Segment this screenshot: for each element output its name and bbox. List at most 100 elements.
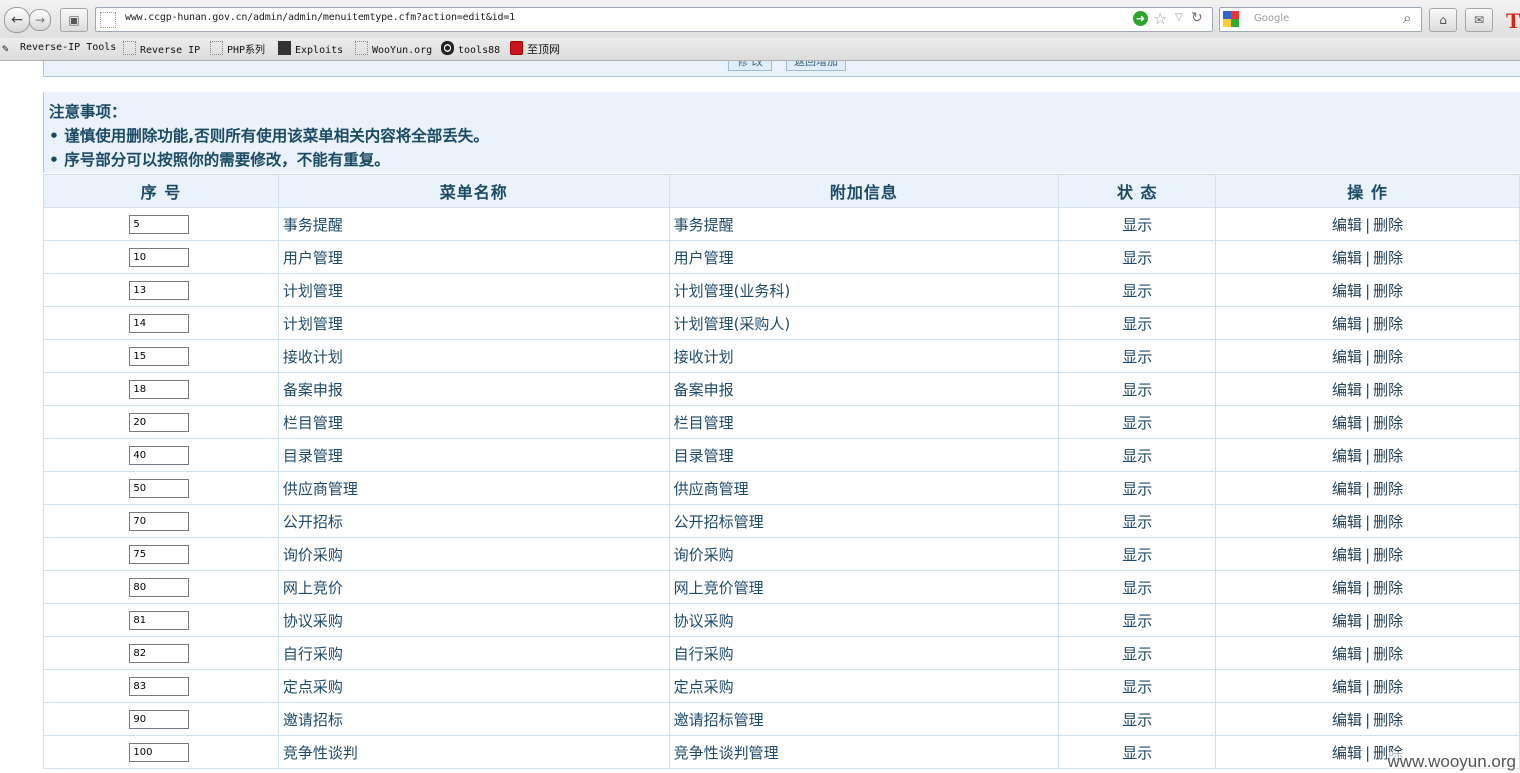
- bookmark-tools88[interactable]: tools88: [441, 41, 500, 58]
- table-row: 供应商管理供应商管理显示编辑|删除: [43, 471, 1520, 505]
- action-separator: |: [1365, 644, 1371, 663]
- edit-link[interactable]: 编辑: [1332, 579, 1362, 597]
- url-text[interactable]: www.ccgp-hunan.gov.cn/admin/admin/menuit…: [125, 12, 515, 23]
- edit-link[interactable]: 编辑: [1332, 612, 1362, 630]
- go-arrow-icon[interactable]: ➜: [1133, 11, 1148, 26]
- mail-icon[interactable]: ✉: [1465, 8, 1493, 32]
- header-state: 状 态: [1058, 174, 1217, 208]
- seq-input[interactable]: [129, 214, 190, 234]
- edit-link[interactable]: 编辑: [1332, 513, 1362, 531]
- delete-link[interactable]: 删除: [1373, 579, 1403, 597]
- menu-name-cell: 供应商管理: [277, 471, 670, 505]
- seq-input[interactable]: [129, 445, 190, 465]
- delete-link[interactable]: 删除: [1373, 348, 1403, 366]
- modify-button[interactable]: 修 改: [728, 61, 772, 71]
- seq-input[interactable]: [129, 676, 190, 696]
- bookmark-reverse-ip[interactable]: Reverse IP: [123, 41, 200, 58]
- seq-input[interactable]: [129, 313, 190, 333]
- delete-link[interactable]: 删除: [1373, 711, 1403, 729]
- delete-link[interactable]: 删除: [1373, 216, 1403, 234]
- note-item: • 序号部分可以按照你的需要修改，不能有重复。: [49, 151, 390, 169]
- table-row: 计划管理计划管理(业务科)显示编辑|删除: [43, 273, 1520, 307]
- table-row: 事务提醒事务提醒显示编辑|删除: [43, 207, 1520, 241]
- seq-input[interactable]: [129, 577, 190, 597]
- menu-name-cell: 计划管理: [277, 306, 670, 340]
- state-cell: 显示: [1058, 339, 1217, 373]
- reload-icon[interactable]: ↻: [1191, 10, 1203, 26]
- edit-link[interactable]: 编辑: [1332, 645, 1362, 663]
- delete-link[interactable]: 删除: [1373, 513, 1403, 531]
- extra-info-cell: 协议采购: [668, 603, 1060, 637]
- seq-input[interactable]: [129, 247, 190, 267]
- delete-link[interactable]: 删除: [1373, 414, 1403, 432]
- delete-link[interactable]: 删除: [1373, 249, 1403, 267]
- site-identity-icon[interactable]: [100, 12, 116, 28]
- seq-input[interactable]: [129, 709, 190, 729]
- edit-link[interactable]: 编辑: [1332, 744, 1362, 762]
- edit-link[interactable]: 编辑: [1332, 546, 1362, 564]
- menu-type-table: 序 号 菜单名称 附加信息 状 态 操 作 事务提醒事务提醒显示编辑|删除用户管…: [43, 174, 1520, 769]
- actions-cell: 编辑|删除: [1215, 504, 1520, 538]
- edit-link[interactable]: 编辑: [1332, 711, 1362, 729]
- forward-arrow-icon[interactable]: →: [29, 9, 51, 31]
- bookmark-label: tools88: [458, 45, 501, 56]
- extra-info-cell: 接收计划: [668, 339, 1060, 373]
- search-bar[interactable]: Google ⌕: [1219, 7, 1422, 32]
- edit-link[interactable]: 编辑: [1332, 678, 1362, 696]
- bookmark-label: WooYun.org: [372, 45, 433, 56]
- bookmark-php[interactable]: PHP系列: [210, 41, 265, 58]
- seq-input[interactable]: [129, 511, 190, 531]
- seq-input[interactable]: [129, 742, 190, 762]
- edit-link[interactable]: 编辑: [1332, 282, 1362, 300]
- back-add-button[interactable]: 返回增加: [786, 61, 846, 71]
- state-cell: 显示: [1058, 570, 1217, 604]
- addon-t-icon[interactable]: T: [1506, 8, 1520, 34]
- edit-link[interactable]: 编辑: [1332, 216, 1362, 234]
- edit-link[interactable]: 编辑: [1332, 315, 1362, 333]
- seq-input[interactable]: [129, 379, 190, 399]
- seq-input[interactable]: [129, 544, 190, 564]
- bookmark-exploits[interactable]: Exploits: [278, 41, 343, 58]
- seq-input[interactable]: [129, 346, 190, 366]
- delete-link[interactable]: 删除: [1373, 480, 1403, 498]
- seq-input[interactable]: [129, 280, 190, 300]
- delete-link[interactable]: 删除: [1373, 315, 1403, 333]
- search-placeholder[interactable]: Google: [1254, 13, 1289, 24]
- edit-link[interactable]: 编辑: [1332, 249, 1362, 267]
- delete-link[interactable]: 删除: [1373, 282, 1403, 300]
- edit-link[interactable]: 编辑: [1332, 480, 1362, 498]
- menu-name-cell: 备案申报: [277, 372, 670, 406]
- google-engine-icon[interactable]: [1223, 11, 1239, 27]
- back-arrow-icon[interactable]: ←: [4, 7, 30, 33]
- delete-link[interactable]: 删除: [1373, 546, 1403, 564]
- bookmark-label: Reverse-IP Tools: [20, 42, 117, 53]
- edit-link[interactable]: 编辑: [1332, 447, 1362, 465]
- watermark: www.wooyun.org: [1387, 752, 1516, 772]
- edit-link[interactable]: 编辑: [1332, 414, 1362, 432]
- tool-icon: ✎: [2, 42, 9, 55]
- delete-link[interactable]: 删除: [1373, 381, 1403, 399]
- edit-link[interactable]: 编辑: [1332, 381, 1362, 399]
- delete-link[interactable]: 删除: [1373, 612, 1403, 630]
- state-cell: 显示: [1058, 273, 1217, 307]
- seq-input[interactable]: [129, 412, 190, 432]
- state-cell: 显示: [1058, 603, 1217, 637]
- bookmark-reverse-ip-tools[interactable]: ✎ Reverse-IP Tools: [2, 41, 116, 55]
- home-icon[interactable]: ⌂: [1429, 8, 1457, 32]
- history-dropdown-icon[interactable]: ▽: [1175, 12, 1183, 23]
- bookmark-star-icon[interactable]: ☆: [1153, 9, 1167, 28]
- address-bar[interactable]: www.ccgp-hunan.gov.cn/admin/admin/menuit…: [95, 7, 1213, 32]
- seq-input[interactable]: [129, 610, 190, 630]
- delete-link[interactable]: 删除: [1373, 678, 1403, 696]
- seq-input[interactable]: [129, 643, 190, 663]
- delete-link[interactable]: 删除: [1373, 447, 1403, 465]
- seq-input[interactable]: [129, 478, 190, 498]
- bookmark-zhiding[interactable]: 至顶网: [510, 41, 560, 57]
- panorama-icon[interactable]: ▣: [60, 8, 88, 32]
- action-separator: |: [1365, 710, 1371, 729]
- state-cell: 显示: [1058, 702, 1217, 736]
- edit-link[interactable]: 编辑: [1332, 348, 1362, 366]
- delete-link[interactable]: 删除: [1373, 645, 1403, 663]
- bookmark-wooyun[interactable]: WooYun.org: [355, 41, 432, 58]
- search-magnifier-icon[interactable]: ⌕: [1403, 9, 1411, 27]
